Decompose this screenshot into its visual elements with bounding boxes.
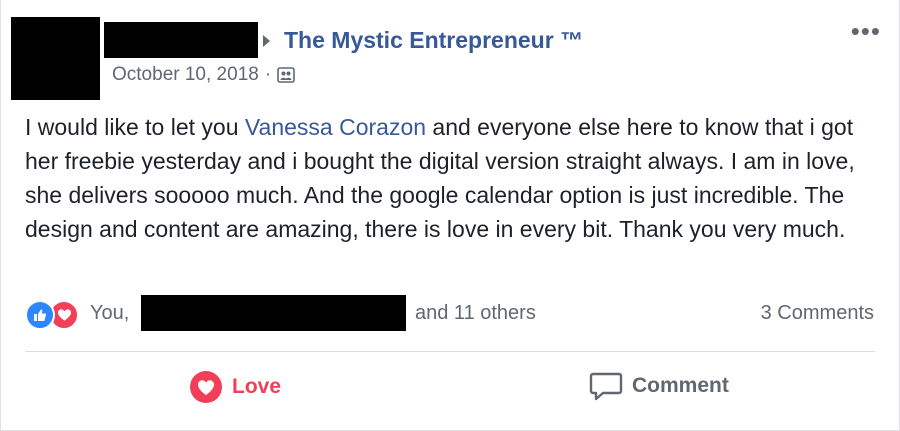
post-date[interactable]: October 10, 2018 xyxy=(112,64,259,86)
love-button-label: Love xyxy=(232,375,282,398)
comment-icon xyxy=(589,372,623,401)
post-card: The Mystic Entrepreneur ™ October 10, 20… xyxy=(0,0,900,431)
comment-button[interactable]: Comment xyxy=(589,370,729,402)
reaction-others[interactable]: and 11 others xyxy=(415,302,536,325)
post-body: I would like to let you Vanessa Corazon … xyxy=(25,110,875,246)
meta-separator: · xyxy=(264,64,272,85)
comment-button-label: Comment xyxy=(632,374,729,397)
avatar-redacted[interactable] xyxy=(11,17,100,100)
post-meta: October 10, 2018 · xyxy=(112,64,295,86)
arrow-right-icon xyxy=(263,35,270,47)
like-icon xyxy=(25,300,55,330)
group-name-link[interactable]: The Mystic Entrepreneur ™ xyxy=(284,27,583,54)
reactor-names-redacted[interactable] xyxy=(141,295,406,331)
love-reaction-icon xyxy=(190,371,222,403)
post-text-part-1: I would like to let you xyxy=(25,114,245,140)
group-icon[interactable] xyxy=(277,66,295,84)
reaction-you[interactable]: You, xyxy=(90,302,129,325)
comments-count-link[interactable]: 3 Comments xyxy=(761,302,874,325)
reaction-icons[interactable] xyxy=(25,300,79,330)
mention-link[interactable]: Vanessa Corazon xyxy=(245,114,426,140)
love-button[interactable]: Love xyxy=(189,370,281,404)
more-options-icon[interactable]: ••• xyxy=(851,18,881,44)
author-name-redacted[interactable] xyxy=(104,22,258,58)
divider xyxy=(25,351,875,352)
